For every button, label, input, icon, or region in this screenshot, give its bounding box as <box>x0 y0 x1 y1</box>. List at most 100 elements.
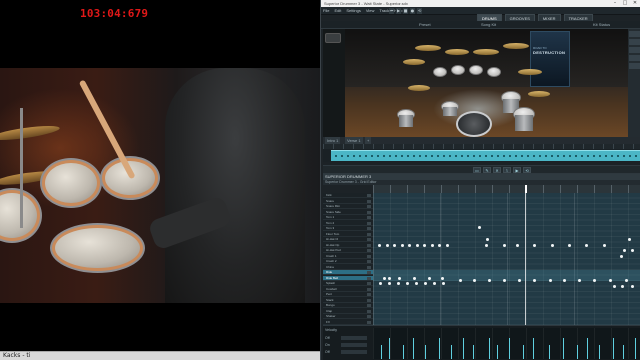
midi-note[interactable] <box>378 244 381 247</box>
kit-cymbal[interactable] <box>503 43 529 49</box>
lane-mute-toggle[interactable] <box>367 232 371 236</box>
midi-note[interactable] <box>398 277 401 280</box>
lane-mute-toggle[interactable] <box>367 282 371 285</box>
midi-note[interactable] <box>518 279 521 282</box>
midi-note[interactable] <box>379 282 382 285</box>
velocity-slider[interactable] <box>341 336 367 340</box>
velocity-bar[interactable] <box>489 338 490 359</box>
midi-note[interactable] <box>423 244 426 247</box>
lane-mute-toggle[interactable] <box>367 271 371 274</box>
lane-mute-toggle[interactable] <box>367 315 371 318</box>
loop-button[interactable]: ⟲ <box>417 8 422 14</box>
lane-mute-toggle[interactable] <box>367 260 371 263</box>
midi-note[interactable] <box>620 255 623 258</box>
midi-note[interactable] <box>623 249 626 252</box>
velocity-bar[interactable] <box>587 338 588 359</box>
kit-cymbal[interactable] <box>445 49 469 55</box>
velocity-bar[interactable] <box>623 345 624 359</box>
kit-cymbal[interactable] <box>415 45 441 51</box>
midi-note[interactable] <box>383 277 386 280</box>
lane-mute-toggle[interactable] <box>367 249 371 252</box>
midi-note[interactable] <box>400 244 404 247</box>
midi-note[interactable] <box>503 244 506 247</box>
lane-mute-toggle[interactable] <box>367 287 371 291</box>
lane-mute-toggle[interactable] <box>367 320 371 324</box>
velocity-bar[interactable] <box>635 338 636 359</box>
midi-note[interactable] <box>568 244 571 247</box>
lane-mute-toggle[interactable] <box>367 227 371 230</box>
kit-side-button[interactable] <box>629 39 640 45</box>
loop-tool-icon[interactable]: ⟲ <box>523 167 531 173</box>
velocity-bar[interactable] <box>533 338 534 359</box>
midi-note[interactable] <box>603 244 606 247</box>
lane-mute-toggle[interactable] <box>367 199 371 203</box>
taskbar-label[interactable]: Kacks - ti <box>3 352 30 360</box>
rewind-button[interactable]: ⏮ <box>389 8 394 14</box>
midi-note[interactable] <box>488 279 491 282</box>
velocity-bar[interactable] <box>381 345 382 359</box>
midi-note[interactable] <box>428 277 431 280</box>
midi-note[interactable] <box>388 277 391 280</box>
lane-mute-toggle[interactable] <box>367 210 371 214</box>
velocity-option[interactable]: On <box>325 343 330 347</box>
split-tool-icon[interactable]: ⌇ <box>503 167 511 173</box>
erase-tool-icon[interactable]: ✕ <box>493 167 501 173</box>
midi-note[interactable] <box>415 282 418 285</box>
minimize-button[interactable]: – <box>610 0 620 7</box>
menu-settings[interactable]: Settings <box>346 8 360 13</box>
midi-note[interactable] <box>413 277 416 280</box>
maximize-button[interactable]: □ <box>620 0 630 7</box>
midi-note[interactable] <box>516 244 519 247</box>
velocity-option[interactable]: Off <box>325 336 330 340</box>
velocity-bar[interactable] <box>451 345 452 359</box>
midi-note[interactable] <box>393 244 396 247</box>
lane-mute-toggle[interactable] <box>367 243 371 247</box>
song-tab-verse[interactable]: Verse 1 <box>345 137 363 144</box>
midi-note[interactable] <box>609 279 612 282</box>
lane-mute-toggle[interactable] <box>367 304 371 307</box>
velocity-bar[interactable] <box>473 345 474 359</box>
midi-note[interactable] <box>503 279 506 282</box>
kit-side-button[interactable] <box>629 63 640 69</box>
velocity-bar[interactable] <box>509 338 510 359</box>
midi-note[interactable] <box>578 279 581 282</box>
midi-note[interactable] <box>486 238 489 241</box>
midi-note[interactable] <box>388 282 391 285</box>
song-tab-intro[interactable]: Intro 1 <box>325 137 341 144</box>
midi-note[interactable] <box>625 279 628 282</box>
select-tool-icon[interactable]: ▭ <box>473 167 481 173</box>
kit-cymbal[interactable] <box>403 59 425 65</box>
kit-tom[interactable] <box>451 65 465 75</box>
record-button[interactable]: ● <box>410 8 415 14</box>
lane-mute-toggle[interactable] <box>367 265 371 269</box>
midi-note[interactable] <box>408 244 411 247</box>
midi-note[interactable] <box>385 244 389 247</box>
kit-tom[interactable] <box>433 67 447 77</box>
drum-kit-viewport[interactable]: ROAD TO DESTRUCTION <box>323 29 628 137</box>
velocity-bar[interactable] <box>599 345 600 359</box>
play-button[interactable]: ▶ <box>396 8 401 14</box>
midi-note[interactable] <box>459 279 462 282</box>
kit-side-button[interactable] <box>629 31 640 37</box>
midi-note[interactable] <box>424 282 427 285</box>
preset-label[interactable]: Preset <box>419 22 431 27</box>
kit-thumbnail[interactable] <box>325 33 341 43</box>
midi-note[interactable] <box>430 244 434 247</box>
note-grid[interactable] <box>373 193 640 325</box>
velocity-bar[interactable] <box>403 345 404 359</box>
kit-side-button[interactable] <box>629 47 640 53</box>
lane-mute-toggle[interactable] <box>367 254 371 258</box>
grid-ruler[interactable] <box>373 185 640 193</box>
velocity-bar[interactable] <box>523 345 524 359</box>
midi-note[interactable] <box>478 226 481 229</box>
midi-note[interactable] <box>533 244 536 247</box>
kit-cymbal[interactable] <box>518 69 542 75</box>
midi-note[interactable] <box>628 238 631 241</box>
velocity-bar[interactable] <box>563 338 564 359</box>
velocity-bar[interactable] <box>463 338 464 359</box>
midi-note[interactable] <box>415 244 419 247</box>
velocity-slider[interactable] <box>341 343 367 347</box>
midi-note[interactable] <box>631 249 634 252</box>
velocity-bar[interactable] <box>613 338 614 359</box>
midi-note[interactable] <box>551 244 554 247</box>
